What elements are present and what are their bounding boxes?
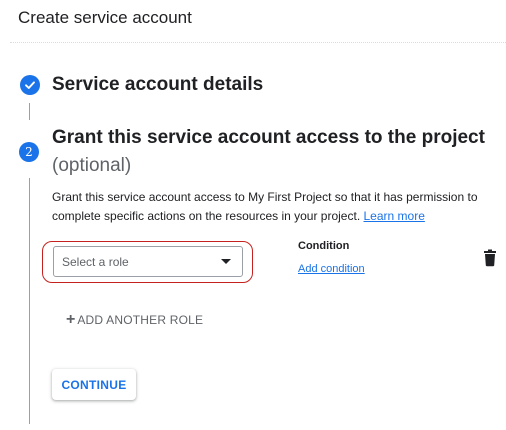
trash-icon[interactable] xyxy=(482,249,498,267)
role-select-placeholder: Select a role xyxy=(62,255,129,269)
step2-description: Grant this service account access to My … xyxy=(52,188,504,226)
condition-label: Condition xyxy=(298,240,350,252)
learn-more-link[interactable]: Learn more xyxy=(364,209,425,223)
check-circle-icon xyxy=(20,75,40,95)
step2-optional-label: (optional) xyxy=(52,155,132,176)
step2-title: Grant this service account access to the… xyxy=(52,127,485,148)
continue-button[interactable]: CONTINUE xyxy=(52,369,136,400)
add-another-role-button[interactable]: + ADD ANOTHER ROLE xyxy=(66,311,203,329)
step-connector xyxy=(29,178,30,424)
caret-down-icon xyxy=(221,259,231,264)
add-another-role-label: ADD ANOTHER ROLE xyxy=(77,313,204,327)
plus-icon: + xyxy=(66,311,76,328)
step-connector xyxy=(29,103,30,120)
create-service-account-page: Create service account Service account d… xyxy=(0,0,506,430)
add-condition-link[interactable]: Add condition xyxy=(298,263,365,275)
continue-label: CONTINUE xyxy=(61,377,127,392)
role-select-dropdown[interactable]: Select a role xyxy=(53,246,243,277)
title-divider xyxy=(10,42,506,43)
page-title: Create service account xyxy=(18,8,192,27)
step2-number-badge: 2 xyxy=(19,142,39,162)
step1-title[interactable]: Service account details xyxy=(52,74,263,96)
